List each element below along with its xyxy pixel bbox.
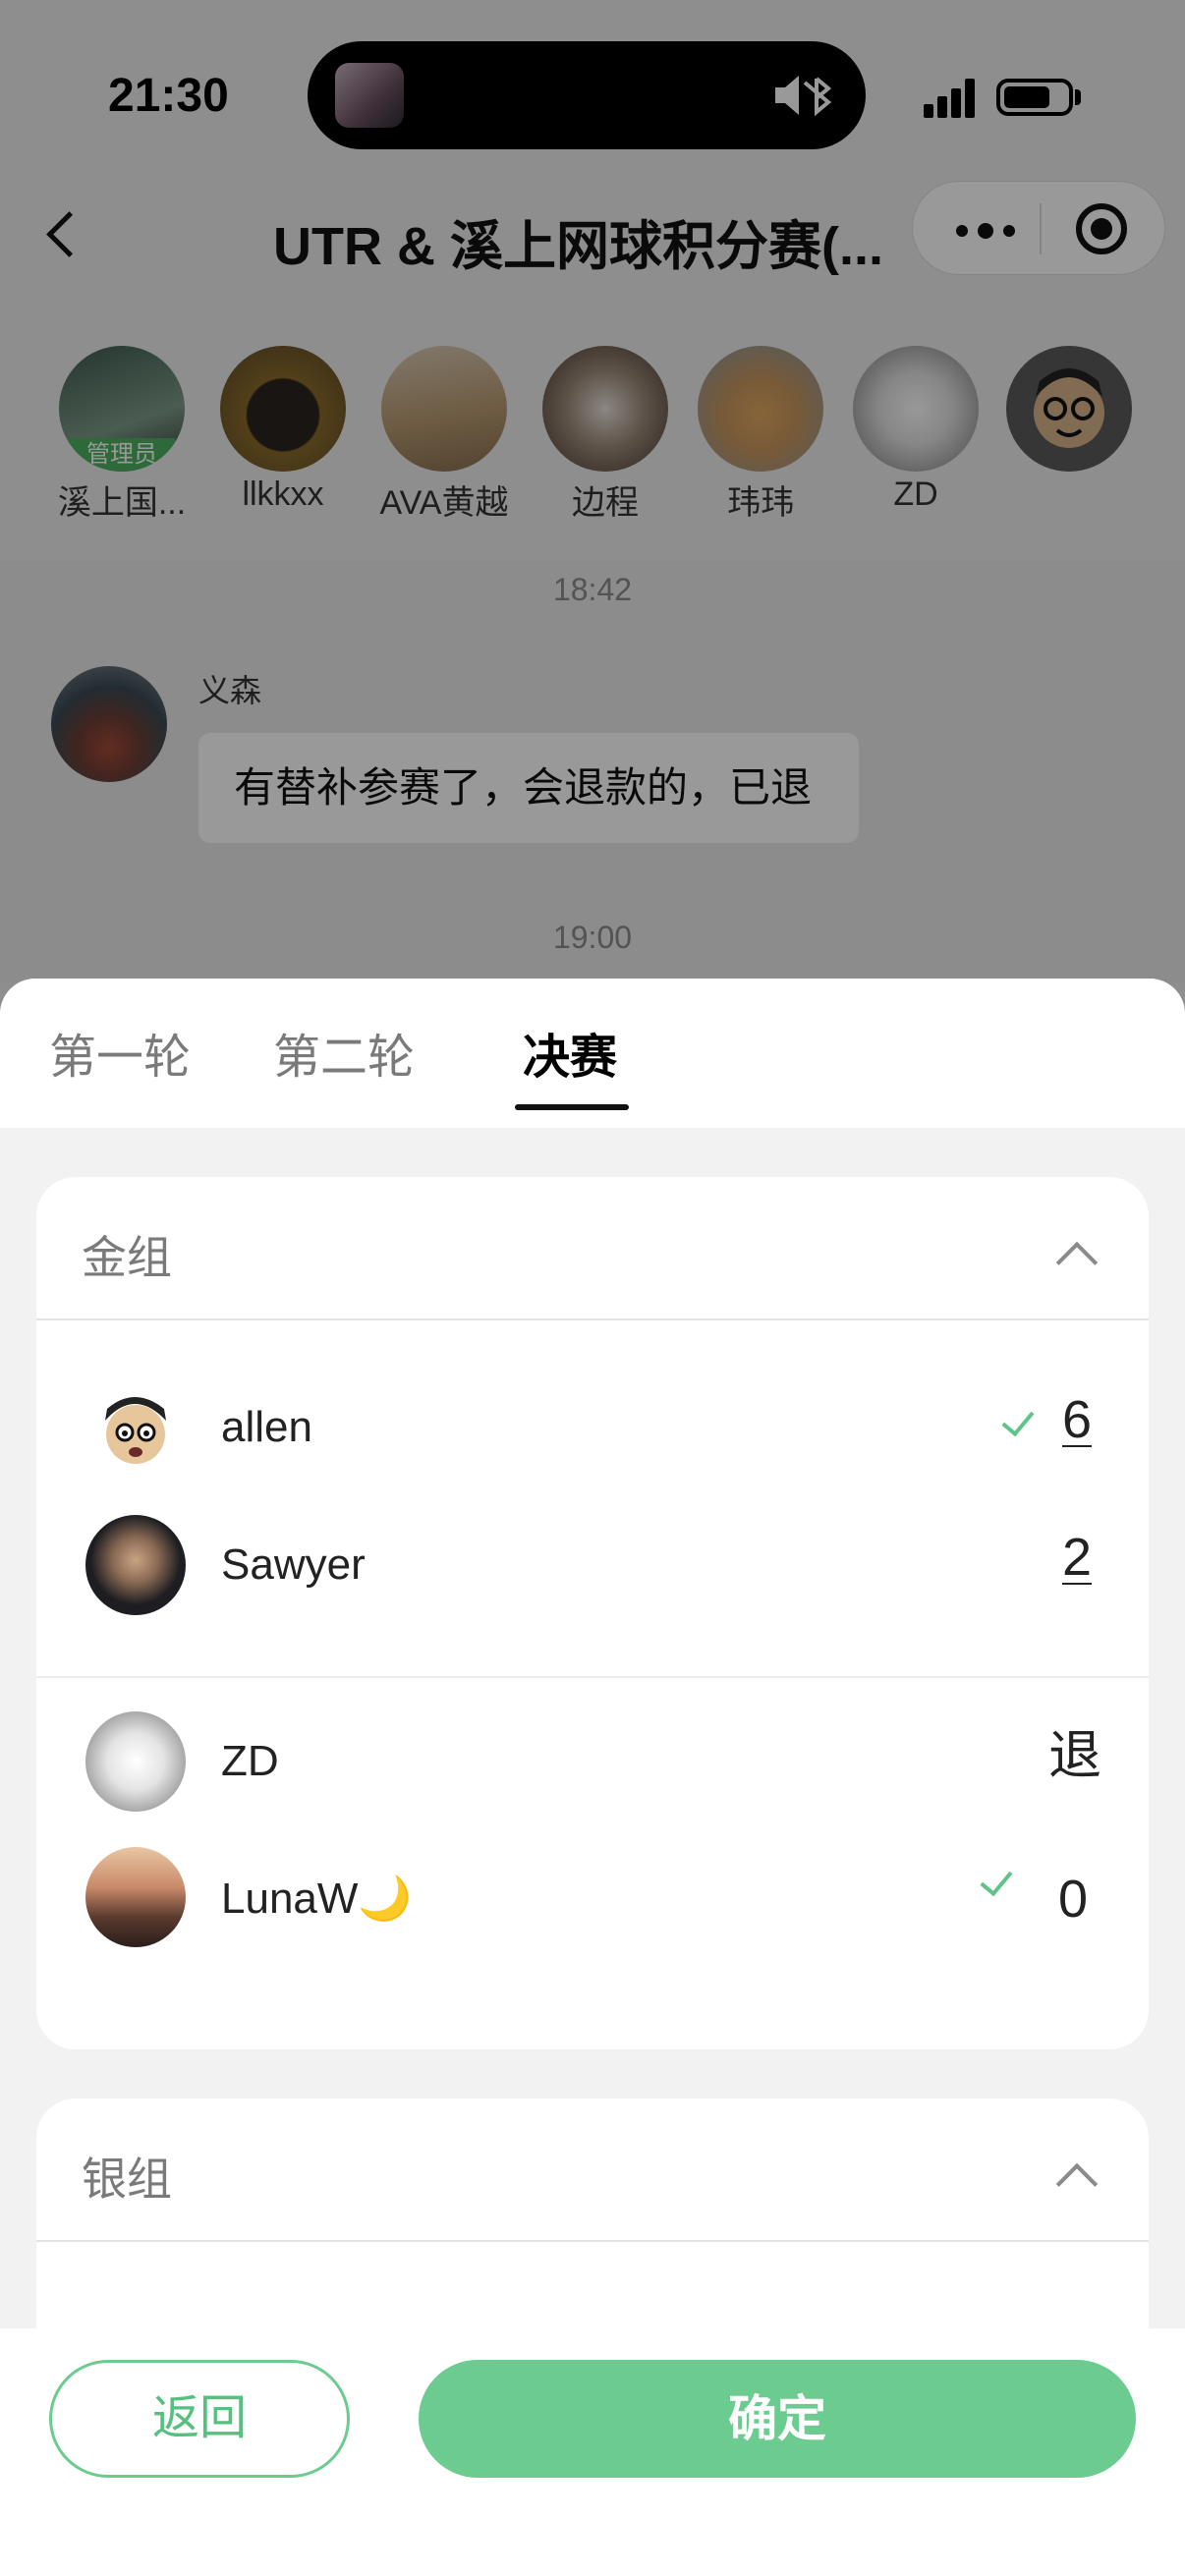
chevron-up-icon[interactable] — [1056, 2156, 1096, 2195]
group-header[interactable]: 金组 — [36, 1177, 1149, 1320]
tab-round-1[interactable]: 第一轮 — [49, 1018, 191, 1087]
score-input[interactable]: 2 — [1062, 1527, 1092, 1588]
player-avatar — [85, 1711, 186, 1812]
match-row: ZD 退 LunaW🌙 0 — [36, 1708, 1149, 2002]
player-name: Sawyer — [221, 1540, 366, 1589]
retired-label[interactable]: 退 — [1048, 1711, 1101, 1789]
player-avatar — [85, 1515, 186, 1615]
back-button[interactable]: 返回 — [49, 2360, 350, 2478]
winner-check-icon — [999, 1403, 1039, 1442]
match-divider — [36, 1676, 1149, 1678]
player-name: allen — [221, 1403, 312, 1451]
group-card-gold: 金组 allen 6 Sawyer 2 ZD 退 LunaW🌙 0 — [36, 1177, 1149, 2049]
sheet-footer: 返回 确定 — [0, 2328, 1185, 2576]
player-row: Sawyer 2 — [36, 1511, 1149, 1619]
player-row: LunaW🌙 0 — [36, 1843, 1149, 1951]
match-row: allen 6 Sawyer 2 — [36, 1373, 1149, 1668]
score-input[interactable]: 6 — [1062, 1389, 1092, 1450]
active-tab-indicator — [515, 1104, 629, 1110]
score-input[interactable]: 0 — [1058, 1869, 1088, 1930]
player-avatar — [85, 1377, 186, 1478]
player-name: LunaW🌙 — [221, 1875, 413, 1923]
confirm-button[interactable]: 确定 — [419, 2360, 1136, 2478]
group-title: 金组 — [82, 1232, 172, 1283]
player-row: ZD 退 — [36, 1708, 1149, 1816]
chevron-up-icon[interactable] — [1056, 1234, 1096, 1273]
player-name: ZD — [221, 1737, 279, 1785]
round-tabs: 第一轮 第二轮 决赛 — [0, 979, 1185, 1128]
tab-round-2[interactable]: 第二轮 — [273, 1018, 415, 1087]
group-header[interactable]: 银组 — [36, 2099, 1149, 2242]
tab-final[interactable]: 决赛 — [523, 1018, 617, 1087]
winner-check-icon — [978, 1863, 1017, 1902]
player-row: allen 6 — [36, 1373, 1149, 1482]
group-title: 银组 — [82, 2154, 172, 2205]
player-avatar — [85, 1847, 186, 1947]
